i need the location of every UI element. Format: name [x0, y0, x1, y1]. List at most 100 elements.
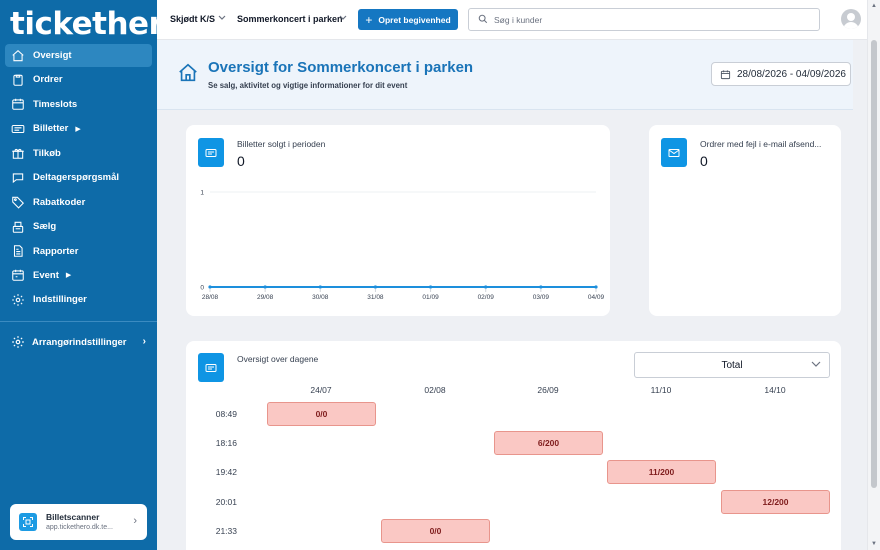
time-row-label: 19:42 [215, 467, 237, 477]
data-point [539, 285, 543, 289]
timeslot-cell[interactable]: 11/200 [607, 460, 716, 484]
chevron-right-icon: › [133, 515, 137, 527]
sidebar-item-org-settings[interactable]: Arrangørindstillinger › [5, 331, 152, 353]
ticket-icon [11, 122, 25, 136]
day-column-label: 14/10 [764, 385, 786, 395]
sidebar-item-label: Rapporter [33, 245, 79, 257]
day-column-label: 02/08 [424, 385, 446, 395]
chevron-down-icon[interactable] [339, 14, 347, 23]
time-row-label: 21:33 [215, 526, 237, 536]
email-errors-card: Ordrer med fejl i e-mail afsend... 0 [649, 125, 841, 316]
email-errors-value: 0 [700, 153, 708, 169]
x-tick-label: 04/09 [588, 294, 605, 301]
sidebar-item-rabatkoder[interactable]: Rabatkoder [5, 191, 152, 214]
page-scrollbar[interactable]: ▲ ▼ [867, 0, 880, 550]
sidebar-item-label: Tilkøb [33, 147, 61, 159]
sidebar-item-tilkøb[interactable]: Tilkøb [5, 142, 152, 165]
timeslot-cell[interactable]: 0/0 [267, 402, 376, 426]
date-range-picker[interactable]: 28/08/2026 - 04/09/2026 [711, 62, 851, 86]
x-tick-label: 30/08 [312, 294, 329, 301]
event-icon [11, 268, 25, 282]
data-point [263, 285, 267, 289]
create-event-label: Opret begivenhed [378, 14, 451, 25]
chevron-right-icon: › [142, 336, 146, 347]
scanner-icon [19, 513, 37, 531]
chat-icon [11, 171, 25, 185]
day-column-label: 11/10 [650, 385, 672, 395]
sidebar-item-rapporter[interactable]: Rapporter [5, 240, 152, 263]
sidebar-item-timeslots[interactable]: Timeslots [5, 93, 152, 116]
time-row-label: 08:49 [215, 409, 237, 419]
sidebar-divider [0, 321, 157, 322]
data-point [318, 285, 322, 289]
sidebar-item-label: Timeslots [33, 98, 78, 110]
total-filter-value: Total [721, 359, 743, 371]
customer-search[interactable] [468, 8, 820, 31]
search-icon [478, 11, 488, 29]
sidebar-item-ordrer[interactable]: Ordrer [5, 68, 152, 91]
scanner-title: Billetscanner [46, 512, 100, 522]
days-overview-title: Oversigt over dagene [237, 354, 319, 364]
chevron-down-icon[interactable] [218, 14, 226, 23]
report-icon [11, 244, 25, 258]
sidebar-item-deltagerspørgsmål[interactable]: Deltagerspørgsmål [5, 166, 152, 189]
scroll-up-icon[interactable]: ▲ [871, 3, 877, 9]
sidebar-nav: Oversigt Ordrer Timeslots Billetter ▶ Tilkøb D… [5, 44, 152, 313]
event-selector[interactable]: Sommerkoncert i parken [237, 14, 343, 24]
x-tick-label: 02/09 [478, 294, 495, 301]
email-errors-label: Ordrer med fejl i e-mail afsend... [700, 139, 822, 149]
scanner-subtitle: app.tickethero.dk.te... [46, 524, 113, 531]
sidebar-item-label: Indstillinger [33, 294, 87, 306]
sidebar-item-billetter[interactable]: Billetter ▶ [5, 117, 152, 140]
sidebar: tickethero Oversigt Ordrer Timeslots Billet… [0, 0, 185, 550]
sidebar-item-label: Rabatkoder [33, 196, 86, 208]
caret-right-icon: ▶ [65, 272, 72, 280]
mail-icon [661, 138, 687, 167]
day-column-label: 26/09 [537, 385, 559, 395]
page-title: Oversigt for Sommerkoncert i parken [208, 59, 474, 76]
avatar[interactable] [841, 9, 861, 29]
org-selector[interactable]: Skjødt K/S [170, 14, 215, 24]
sidebar-item-label: Billetter [33, 123, 69, 135]
page-subtitle: Se salg, aktivitet og vigtige informatio… [208, 81, 408, 90]
sidebar-item-indstillinger[interactable]: Indstillinger [5, 288, 152, 311]
sidebar-item-label: Event [33, 269, 59, 281]
sidebar-item-label: Arrangørindstillinger [32, 336, 127, 348]
page-header: Oversigt for Sommerkoncert i parken Se s… [157, 40, 853, 110]
home-icon [177, 62, 199, 89]
scrollbar-thumb[interactable] [871, 40, 877, 488]
time-row-label: 18:16 [215, 438, 237, 448]
ticket-icon [198, 353, 224, 382]
create-event-button[interactable]: + Opret begivenhed [358, 9, 458, 30]
tag-icon [11, 195, 25, 209]
sidebar-item-label: Oversigt [33, 50, 72, 61]
timeslot-cell[interactable]: 12/200 [721, 490, 830, 514]
clipboard-icon [11, 73, 25, 87]
gear-icon [11, 335, 25, 349]
data-point [484, 285, 488, 289]
day-column-label: 24/07 [310, 385, 332, 395]
scroll-down-icon[interactable]: ▼ [871, 541, 877, 547]
plus-icon: + [365, 12, 373, 27]
x-tick-label: 28/08 [202, 294, 219, 301]
ticket-scanner-card[interactable]: Billetscanner app.tickethero.dk.te... › [10, 504, 147, 540]
sidebar-item-sælg[interactable]: Sælg [5, 215, 152, 238]
sidebar-item-oversigt[interactable]: Oversigt [5, 44, 152, 67]
total-filter-select[interactable]: Total [634, 352, 830, 378]
register-icon [11, 220, 25, 234]
x-tick-label: 01/09 [422, 294, 439, 301]
chevron-down-icon [811, 360, 821, 370]
gift-icon [11, 146, 25, 160]
timeslot-cell[interactable]: 6/200 [494, 431, 603, 455]
x-tick-label: 29/08 [257, 294, 274, 301]
home-icon [11, 49, 25, 63]
calendar-icon [720, 69, 731, 80]
y-tick-label: 1 [200, 190, 204, 197]
sidebar-item-event[interactable]: Event ▶ [5, 264, 152, 287]
search-input[interactable] [494, 14, 794, 25]
x-tick-label: 31/08 [367, 294, 384, 301]
sidebar-item-label: Ordrer [33, 74, 63, 86]
timeslot-cell[interactable]: 0/0 [381, 519, 490, 543]
gear-icon [11, 293, 25, 307]
data-point [428, 285, 433, 289]
